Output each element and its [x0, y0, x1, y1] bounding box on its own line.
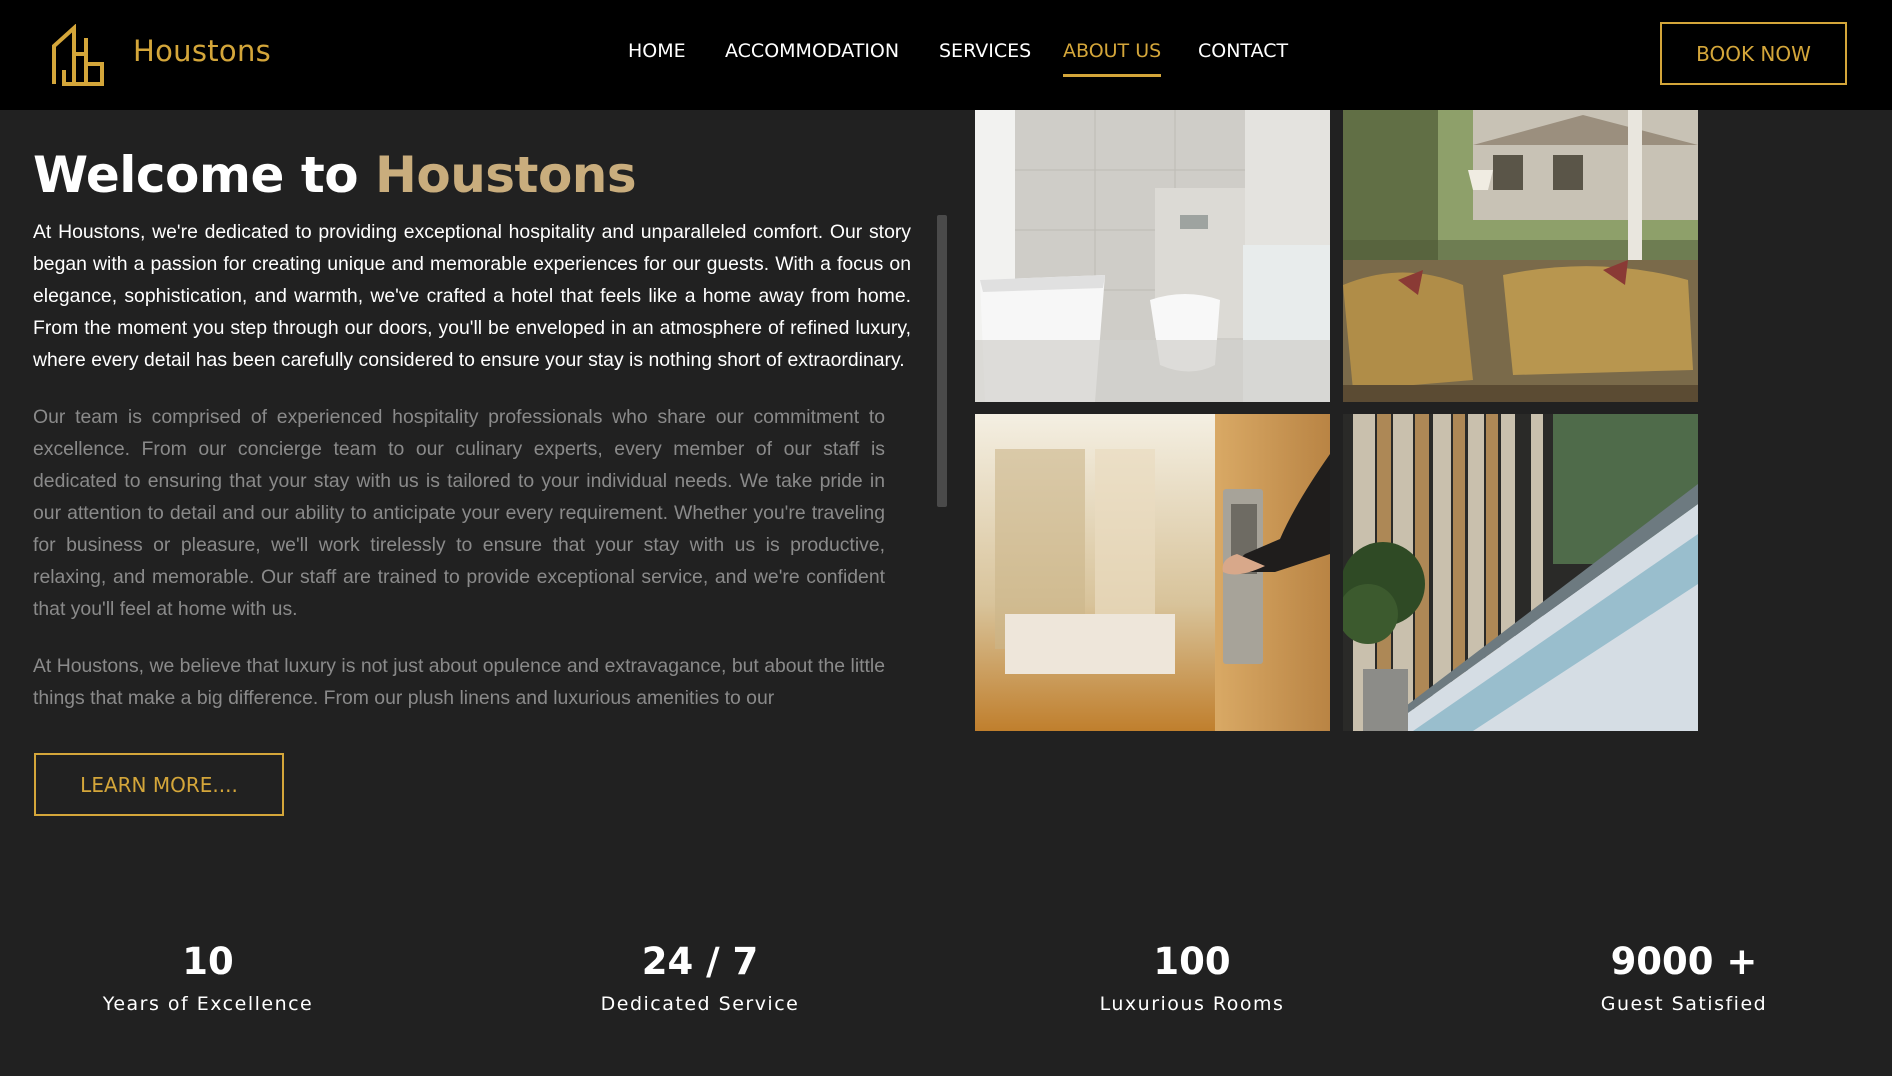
learn-more-button[interactable]: LEARN MORE.... — [34, 753, 284, 816]
nav-accommodation[interactable]: ACCOMMODATION — [725, 40, 899, 74]
book-now-button[interactable]: BOOK NOW — [1660, 22, 1847, 85]
stat-label: Luxurious Rooms — [1099, 993, 1285, 1015]
nav-home[interactable]: HOME — [628, 40, 686, 74]
title-highlight: Houstons — [375, 146, 637, 204]
nav-about-us[interactable]: ABOUT US — [1063, 40, 1162, 77]
stat-value: 24 / 7 — [641, 940, 759, 983]
stat-service: 24 / 7 Dedicated Service — [550, 940, 850, 1015]
stat-value: 10 — [182, 940, 234, 983]
text-scrollbar[interactable] — [937, 215, 947, 507]
page-title: Welcome to Houstons — [33, 146, 637, 204]
houstons-logo-icon[interactable] — [50, 23, 106, 86]
bathroom-photo — [975, 110, 1330, 402]
lounge-photo — [1343, 110, 1698, 402]
stat-years: 10 Years of Excellence — [58, 940, 358, 1015]
stat-label: Dedicated Service — [600, 993, 800, 1015]
title-prefix: Welcome to — [33, 146, 375, 204]
lobby-escalator-photo — [1343, 414, 1698, 731]
hotel-room-door-photo — [975, 414, 1330, 731]
brand-name[interactable]: Houstons — [133, 34, 271, 68]
site-header: Houstons HOME ACCOMMODATION SERVICES ABO… — [0, 0, 1892, 110]
about-text-scroll-area[interactable]: At Houstons, we're dedicated to providin… — [33, 216, 911, 731]
stat-guests: 9000 + Guest Satisfied — [1534, 940, 1834, 1015]
stat-label: Years of Excellence — [102, 993, 314, 1015]
stat-label: Guest Satisfied — [1600, 993, 1768, 1015]
stat-rooms: 100 Luxurious Rooms — [1042, 940, 1342, 1015]
about-paragraph-3: At Houstons, we believe that luxury is n… — [33, 655, 885, 709]
nav-services[interactable]: SERVICES — [939, 40, 1031, 74]
about-paragraph-1: At Houstons, we're dedicated to providin… — [33, 221, 911, 371]
stat-value: 100 — [1153, 940, 1231, 983]
stat-value: 9000 + — [1610, 940, 1758, 983]
nav-contact[interactable]: CONTACT — [1198, 40, 1288, 74]
about-paragraph-2: Our team is comprised of experienced hos… — [33, 406, 885, 620]
